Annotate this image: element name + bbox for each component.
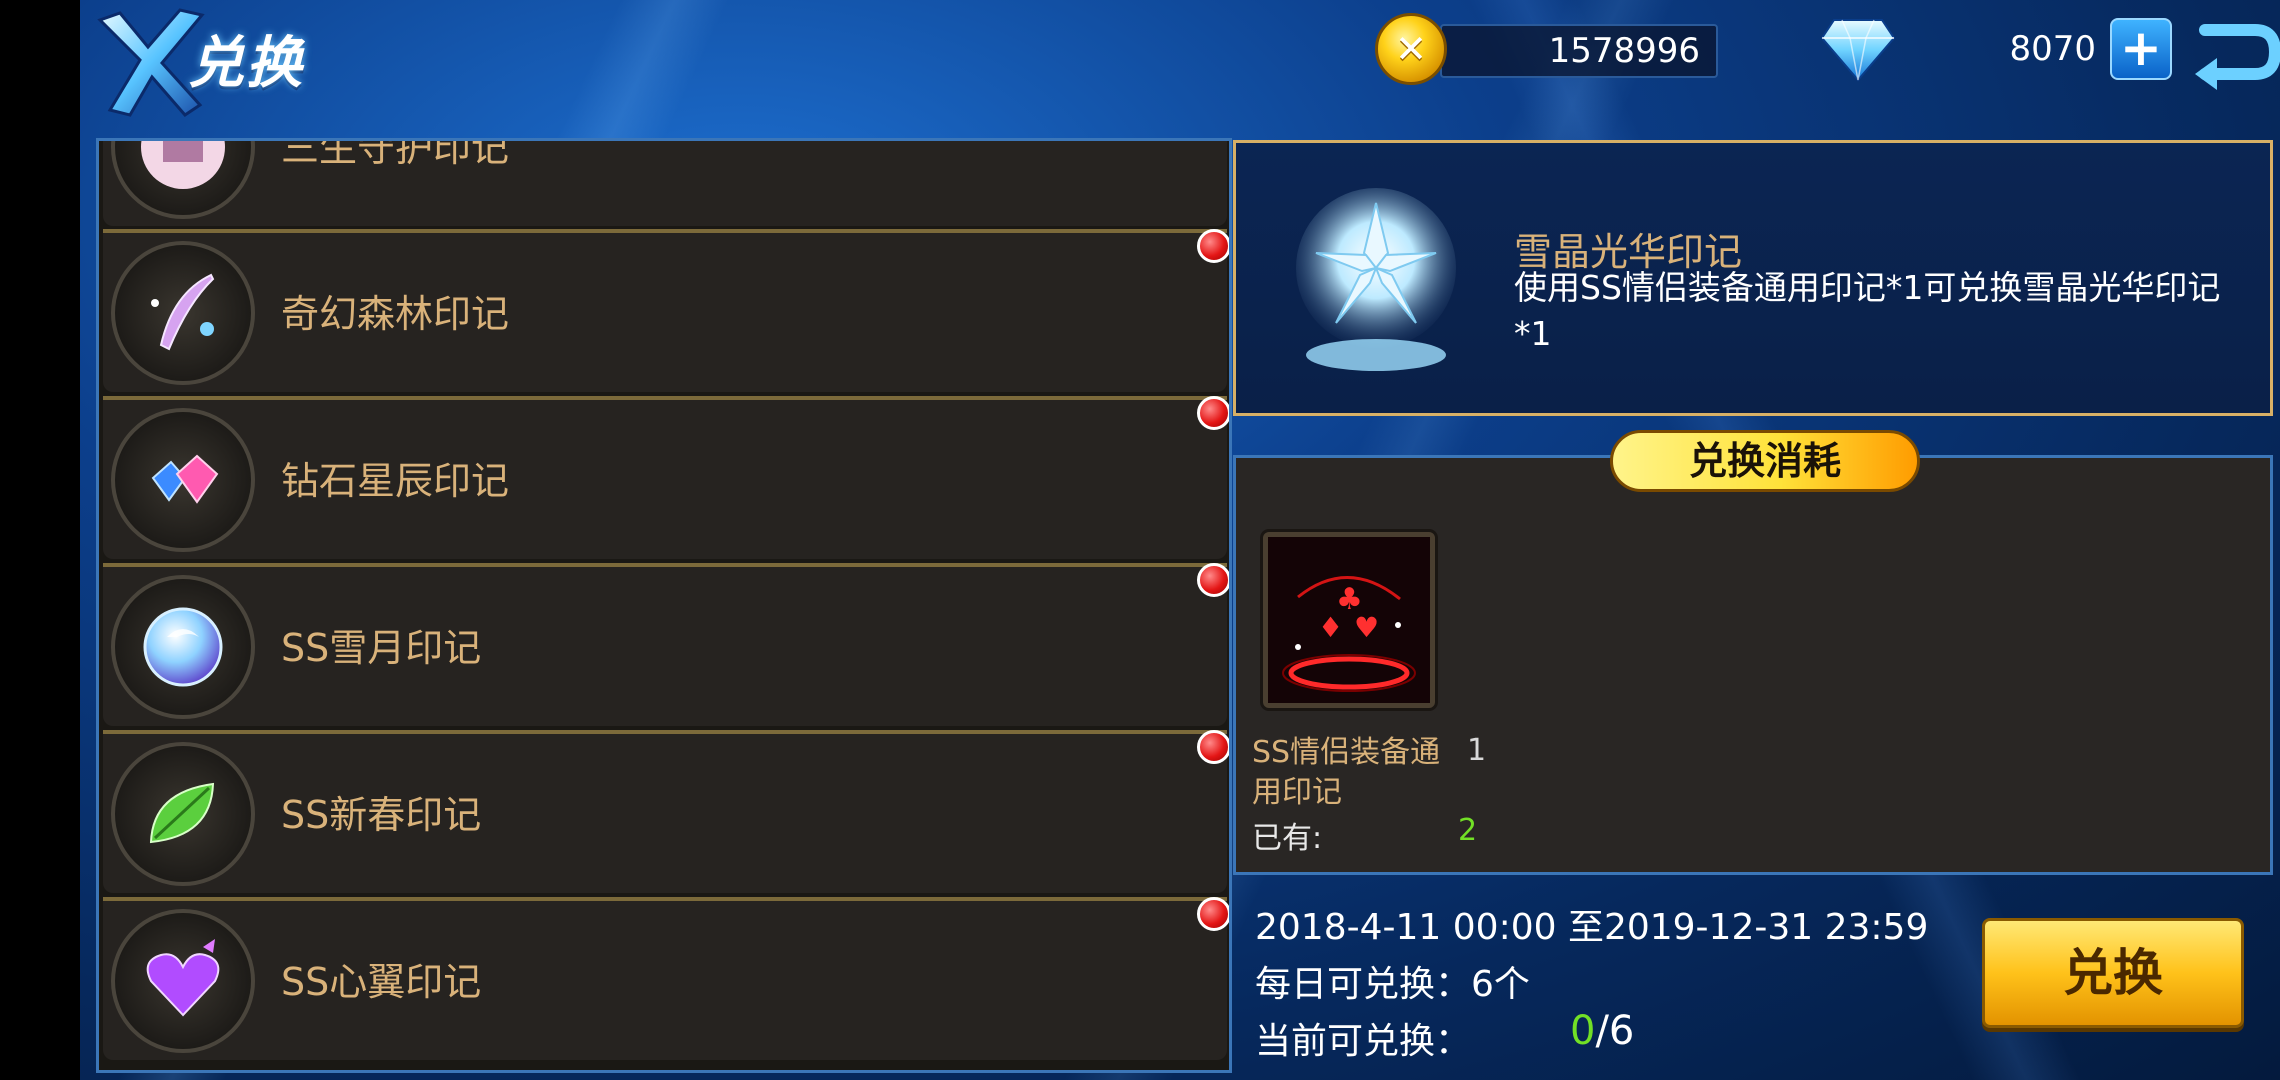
notification-dot <box>1197 563 1229 597</box>
feather-icon <box>111 241 255 385</box>
mark-list[interactable]: 三生守护印记 奇幻森林印记 钻石星辰印记 SS雪月印记 SS新春印记 SS心翼印… <box>96 138 1232 1073</box>
current-count: 0 <box>1570 1008 1596 1054</box>
list-item[interactable]: 三生守护印记 <box>103 138 1227 226</box>
reward-detail: 雪晶光华印记 使用SS情侣装备通用印记*1可兑换雪晶光华印记*1 <box>1233 140 2273 416</box>
page-title: 兑换 <box>188 31 304 96</box>
current-available-label: 当前可兑换： <box>1255 1021 1472 1062</box>
gold-counter: 1578996 <box>1440 24 1718 78</box>
svg-text:♥: ♥ <box>1354 611 1379 644</box>
reward-description: 使用SS情侣装备通用印记*1可兑换雪晶光华印记*1 <box>1514 268 2221 353</box>
notification-dot <box>1197 229 1229 263</box>
gem-icon <box>111 408 255 552</box>
current-max: /6 <box>1595 1008 1635 1054</box>
list-item-label: SS雪月印记 <box>281 626 482 670</box>
current-available-value: 0/6 <box>1570 1008 1634 1054</box>
snow-crystal-icon <box>1296 188 1456 371</box>
notification-dot <box>1197 897 1229 931</box>
diamond-icon <box>1820 19 1896 82</box>
list-item-label: 奇幻森林印记 <box>281 292 510 336</box>
list-item-label: 三生守护印记 <box>281 138 510 170</box>
list-item[interactable]: 奇幻森林印记 <box>103 229 1229 392</box>
diamond-counter: 8070 <box>2009 29 2096 69</box>
daily-limit: 每日可兑换：6个 <box>1255 964 1530 1005</box>
exchange-button[interactable]: 兑换 <box>1982 918 2244 1028</box>
cost-item-name: SS情侣装备通用印记 <box>1252 735 1441 810</box>
exchange-date-range: 2018-4-11 00:00 至2019-12-31 23:59 <box>1255 907 1929 948</box>
winged-heart-icon <box>111 909 255 1053</box>
cost-header: 兑换消耗 <box>1610 430 1920 492</box>
owned-count: 2 <box>1458 813 1478 848</box>
owned-label: 已有: <box>1252 821 1323 856</box>
gold-coin-icon: ✕ <box>1375 13 1447 85</box>
list-item-label: SS心翼印记 <box>281 960 482 1004</box>
notification-dot <box>1197 396 1229 430</box>
exchange-screen: 兑换 1578996 ✕ 8070 + 三生守护印记 奇幻森林印记 钻石星辰印记… <box>80 0 2280 1080</box>
card-suit-mark-icon[interactable]: ♣ ♦ ♥ <box>1263 532 1435 708</box>
top-bar: 兑换 1578996 ✕ 8070 + <box>80 0 2280 135</box>
list-item[interactable]: SS心翼印记 <box>103 897 1229 1060</box>
list-item[interactable]: 钻石星辰印记 <box>103 396 1229 559</box>
lantern-icon <box>111 141 255 219</box>
cost-item-count: 1 <box>1467 733 1487 768</box>
list-item-label: 钻石星辰印记 <box>281 459 510 503</box>
list-item[interactable]: SS雪月印记 <box>103 563 1229 726</box>
add-diamonds-button[interactable]: + <box>2110 18 2172 80</box>
moon-orb-icon <box>111 575 255 719</box>
back-icon[interactable] <box>2175 0 2280 110</box>
svg-text:♦: ♦ <box>1318 611 1343 644</box>
list-item-label: SS新春印记 <box>281 793 482 837</box>
list-item[interactable]: SS新春印记 <box>103 730 1229 893</box>
leaf-icon <box>111 742 255 886</box>
notification-dot <box>1197 730 1229 764</box>
